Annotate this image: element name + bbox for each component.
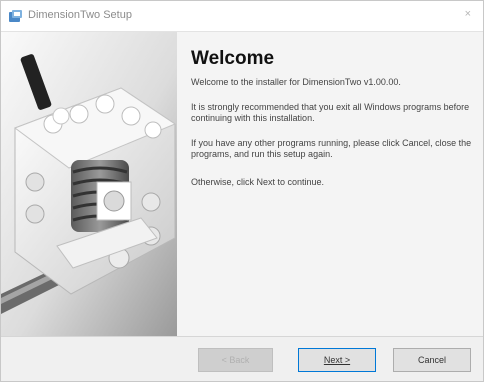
window-title: DimensionTwo Setup [28, 9, 132, 21]
title-bar[interactable]: DimensionTwo Setup × [1, 1, 483, 32]
exit-programs-text: It is strongly recommended that you exit… [191, 102, 470, 123]
welcome-panel: Welcome Welcome to the installer for Dim… [177, 32, 483, 336]
welcome-text: Welcome to the installer for DimensionTw… [191, 77, 401, 87]
page-title: Welcome [191, 48, 275, 69]
back-button[interactable]: < Back [198, 348, 273, 372]
next-button[interactable]: Next > [298, 348, 376, 372]
close-icon[interactable]: × [465, 8, 471, 20]
cancel-button[interactable]: Cancel [393, 348, 471, 372]
lego-gear-mechanism-icon [1, 32, 177, 336]
cancel-instruction-text: If you have any other programs running, … [191, 138, 472, 159]
wizard-content: Welcome Welcome to the installer for Dim… [1, 32, 483, 336]
continue-instruction-text: Otherwise, click Next to continue. [191, 177, 325, 187]
setup-window: DimensionTwo Setup × Welcome Welcome to … [0, 0, 484, 382]
footer-divider [1, 336, 483, 337]
installer-app-icon [9, 10, 22, 22]
next-button-label: Next > [323, 355, 351, 365]
